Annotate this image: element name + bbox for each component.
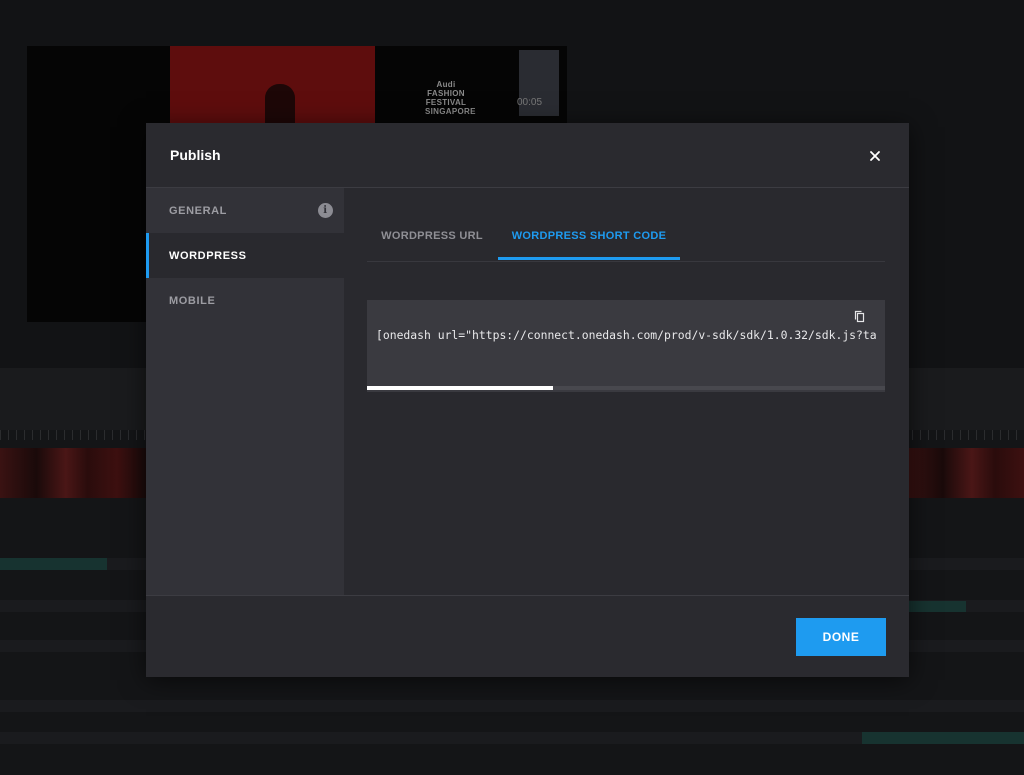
dialog-title: Publish bbox=[170, 147, 221, 163]
short-code-text[interactable]: [onedash url="https://connect.onedash.co… bbox=[376, 328, 885, 342]
tab-label: WORDPRESS URL bbox=[381, 230, 483, 242]
timeline-clip bbox=[862, 732, 1024, 744]
done-button[interactable]: DONE bbox=[796, 618, 886, 656]
preview-figure bbox=[265, 84, 295, 126]
close-icon bbox=[870, 151, 880, 161]
filmstrip-right-frames bbox=[908, 448, 1024, 498]
editor-background: Audi FASHION FESTIVAL SINGAPORE 00:05 Pu… bbox=[0, 0, 1024, 775]
sidebar-item-label: MOBILE bbox=[169, 295, 216, 307]
publish-dialog: Publish GENERAL i WORDPRESS MOBILE WORDP… bbox=[146, 123, 909, 677]
preview-timestamp: 00:05 bbox=[517, 97, 543, 108]
copy-icon bbox=[854, 310, 865, 323]
tab-wordpress-url[interactable]: WORDPRESS URL bbox=[367, 188, 497, 259]
sidebar-item-wordpress[interactable]: WORDPRESS bbox=[146, 233, 344, 278]
wordpress-panel: WORDPRESS URL WORDPRESS SHORT CODE [oned… bbox=[344, 188, 909, 595]
copy-button[interactable] bbox=[852, 309, 868, 325]
active-indicator bbox=[146, 233, 149, 278]
sidebar-item-label: GENERAL bbox=[169, 205, 227, 217]
tab-wordpress-short-code[interactable]: WORDPRESS SHORT CODE bbox=[498, 188, 680, 260]
short-code-box[interactable]: [onedash url="https://connect.onedash.co… bbox=[367, 300, 885, 392]
dialog-header: Publish bbox=[146, 123, 909, 188]
scrollbar-thumb[interactable] bbox=[367, 386, 554, 390]
tab-label: WORDPRESS SHORT CODE bbox=[511, 230, 667, 242]
filmstrip-left-frames bbox=[0, 448, 146, 498]
close-button[interactable] bbox=[862, 143, 888, 169]
dialog-footer: DONE bbox=[146, 595, 909, 677]
preview-logo: Audi FASHION FESTIVAL SINGAPORE bbox=[425, 80, 476, 116]
timeline-clip bbox=[0, 558, 107, 570]
publish-sidebar: GENERAL i WORDPRESS MOBILE bbox=[146, 188, 344, 595]
sidebar-item-label: WORDPRESS bbox=[169, 250, 247, 262]
wordpress-tabs: WORDPRESS URL WORDPRESS SHORT CODE bbox=[367, 188, 885, 262]
timeline-track bbox=[0, 700, 1024, 712]
horizontal-scrollbar[interactable] bbox=[367, 386, 885, 390]
info-icon[interactable]: i bbox=[318, 203, 333, 218]
sidebar-item-general[interactable]: GENERAL i bbox=[146, 188, 344, 233]
active-tab-underline bbox=[498, 257, 680, 260]
timeline-clip bbox=[908, 601, 966, 612]
sidebar-item-mobile[interactable]: MOBILE bbox=[146, 278, 344, 323]
